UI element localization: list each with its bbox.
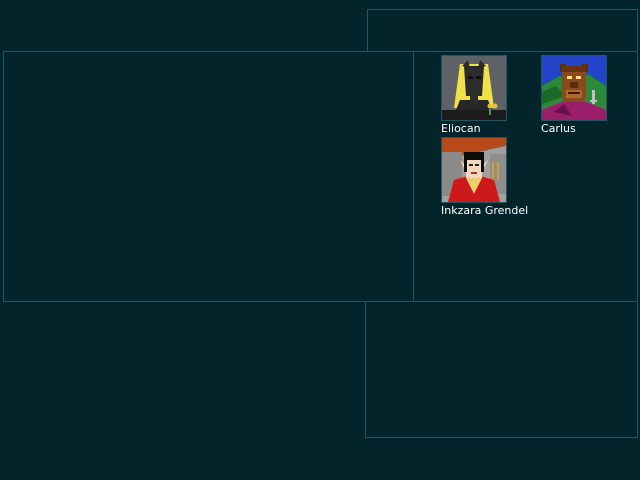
elf-noble-portrait-icon[interactable] [441, 137, 507, 203]
top-right-panel [367, 9, 638, 52]
party-member-name: Inkzara Grendel [441, 204, 529, 217]
party-member-name: Carlus [541, 122, 576, 135]
party-member-eliocan[interactable]: Eliocan [441, 55, 551, 135]
bottom-right-panel [365, 301, 638, 438]
main-view-panel[interactable] [3, 51, 414, 302]
beastman-portrait-icon[interactable] [541, 55, 607, 121]
party-member-name: Eliocan [441, 122, 481, 135]
party-member-inkzara-grendel[interactable]: Inkzara Grendel [441, 137, 551, 217]
party-member-carlus[interactable]: Carlus [541, 55, 640, 135]
dark-elf-portrait-icon[interactable] [441, 55, 507, 121]
